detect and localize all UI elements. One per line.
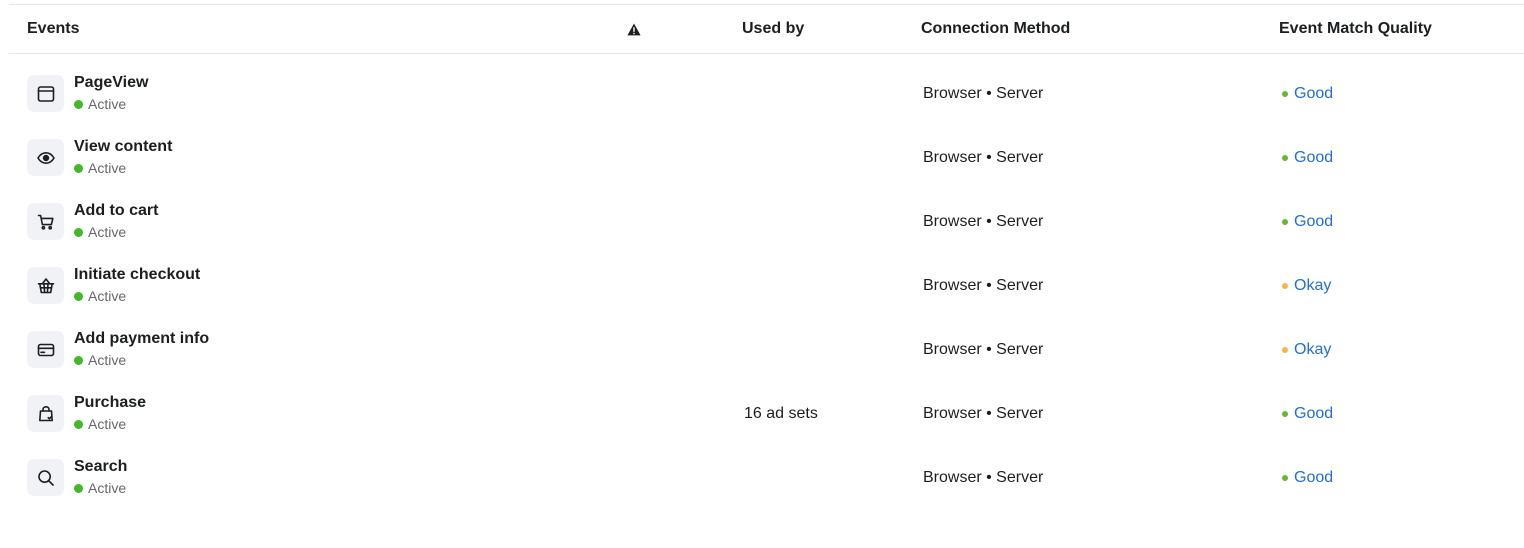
quality-dot (1282, 475, 1288, 481)
event-name[interactable]: Add to cart (74, 202, 158, 220)
table-row[interactable]: View content Active Browser • Server Goo… (9, 126, 1524, 190)
status-label: Active (88, 288, 127, 304)
quality-link[interactable]: Good (1294, 149, 1333, 167)
eye-icon (27, 139, 64, 176)
warning-triangle-icon[interactable] (626, 5, 642, 53)
event-status: Active (74, 96, 126, 112)
status-label: Active (88, 480, 127, 496)
quality-dot (1282, 155, 1288, 161)
header-events[interactable]: Events (27, 5, 79, 53)
event-match-quality: Okay (1282, 254, 1331, 318)
quality-link[interactable]: Good (1294, 85, 1333, 103)
table-header: Events Used by Connection Method Event M… (9, 5, 1524, 54)
table-body: PageView Active Browser • Server Good Vi… (9, 54, 1524, 510)
quality-dot (1282, 91, 1288, 97)
event-match-quality: Okay (1282, 318, 1331, 382)
search-icon (27, 459, 64, 496)
status-dot (74, 355, 83, 365)
event-status: Active (74, 224, 126, 240)
status-dot (74, 419, 83, 429)
event-name[interactable]: Add payment info (74, 330, 209, 348)
event-status: Active (74, 416, 126, 432)
status-dot (74, 163, 83, 173)
quality-dot (1282, 411, 1288, 417)
table-row[interactable]: Add to cart Active Browser • Server Good (9, 190, 1524, 254)
event-match-quality: Good (1282, 382, 1333, 446)
event-status: Active (74, 160, 126, 176)
events-table: Events Used by Connection Method Event M… (9, 4, 1524, 510)
event-status: Active (74, 288, 126, 304)
table-row[interactable]: Initiate checkout Active Browser • Serve… (9, 254, 1524, 318)
connection-method-value: Browser • Server (923, 149, 1044, 166)
connection-method-value: Browser • Server (923, 341, 1044, 358)
event-name[interactable]: Search (74, 458, 127, 476)
connection-method-value: Browser • Server (923, 213, 1044, 230)
event-name[interactable]: PageView (74, 74, 148, 92)
quality-dot (1282, 219, 1288, 225)
quality-dot (1282, 347, 1288, 353)
status-dot (74, 483, 83, 493)
event-name[interactable]: View content (74, 138, 172, 156)
event-match-quality: Good (1282, 126, 1333, 190)
table-row[interactable]: Purchase Active 16 ad sets Browser • Ser… (9, 382, 1524, 446)
event-name[interactable]: Purchase (74, 394, 146, 412)
connection-method-value: Browser • Server (923, 277, 1044, 294)
header-event-match-quality[interactable]: Event Match Quality (1279, 5, 1432, 53)
table-row[interactable]: PageView Active Browser • Server Good (9, 62, 1524, 126)
header-used-by[interactable]: Used by (742, 5, 804, 53)
status-label: Active (88, 160, 127, 176)
connection-method-value: Browser • Server (923, 85, 1044, 102)
table-row[interactable]: Search Active Browser • Server Good (9, 446, 1524, 510)
event-match-quality: Good (1282, 190, 1333, 254)
quality-link[interactable]: Okay (1294, 277, 1331, 295)
used-by-value: 16 ad sets (744, 405, 818, 422)
quality-link[interactable]: Good (1294, 213, 1333, 231)
status-label: Active (88, 416, 127, 432)
cart-icon (27, 203, 64, 240)
status-dot (74, 291, 83, 301)
basket-icon (27, 267, 64, 304)
quality-link[interactable]: Good (1294, 405, 1333, 423)
status-label: Active (88, 224, 127, 240)
quality-link[interactable]: Good (1294, 469, 1333, 487)
header-connection-method[interactable]: Connection Method (921, 5, 1070, 53)
event-status: Active (74, 480, 126, 496)
shopping-bag-icon (27, 395, 64, 432)
event-name[interactable]: Initiate checkout (74, 266, 200, 284)
connection-method-value: Browser • Server (923, 405, 1044, 422)
status-dot (74, 99, 83, 109)
credit-card-icon (27, 331, 64, 368)
event-status: Active (74, 352, 126, 368)
quality-link[interactable]: Okay (1294, 341, 1331, 359)
quality-dot (1282, 283, 1288, 289)
table-row[interactable]: Add payment info Active Browser • Server… (9, 318, 1524, 382)
status-label: Active (88, 352, 127, 368)
browser-window-icon (27, 75, 64, 112)
status-dot (74, 227, 83, 237)
status-label: Active (88, 96, 127, 112)
event-match-quality: Good (1282, 446, 1333, 510)
event-match-quality: Good (1282, 62, 1333, 126)
connection-method-value: Browser • Server (923, 469, 1044, 486)
